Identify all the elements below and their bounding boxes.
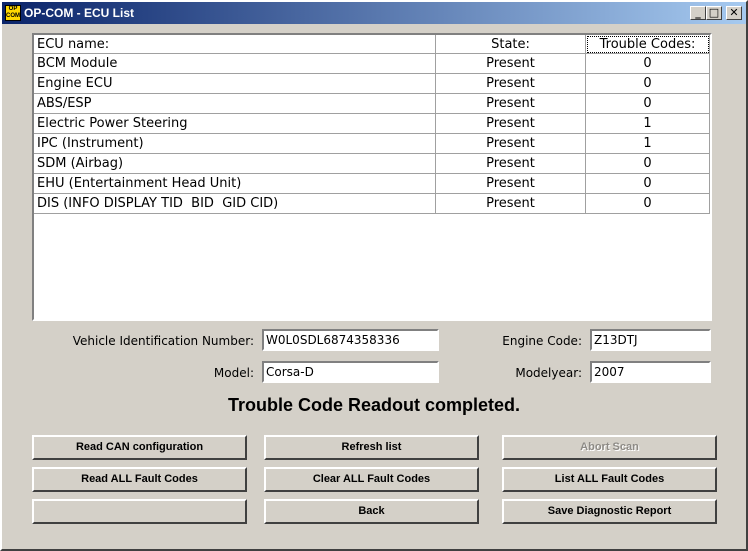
table-row[interactable]: DIS (INFO DISPLAY TID BID GID CID) Prese… [34, 193, 710, 214]
abort-scan-button: Abort Scan [502, 435, 717, 460]
ecu-list[interactable]: ECU name: State: Trouble Codes: BCM Modu… [32, 33, 712, 321]
table-row[interactable]: IPC (Instrument) Present 1 [34, 133, 710, 154]
ecu-state-cell: Present [435, 133, 586, 154]
vin-label: Vehicle Identification Number: [72, 334, 254, 348]
read-all-fault-codes-button[interactable]: Read ALL Fault Codes [32, 467, 247, 492]
ecu-name-cell: IPC (Instrument) [34, 133, 436, 154]
minimize-button[interactable]: _ [690, 6, 706, 20]
ecu-codes-cell: 1 [585, 113, 710, 134]
read-can-configuration-button[interactable]: Read CAN configuration [32, 435, 247, 460]
vin-field[interactable]: W0L0SDL6874358336 [262, 329, 439, 351]
ecu-name-cell: Engine ECU [34, 73, 436, 94]
modelyear-field[interactable]: 2007 [590, 361, 711, 383]
table-row[interactable]: Engine ECU Present 0 [34, 73, 710, 94]
table-row[interactable]: EHU (Entertainment Head Unit) Present 0 [34, 173, 710, 194]
op-com-app-icon: OP COM [5, 5, 21, 21]
save-diagnostic-report-button[interactable]: Save Diagnostic Report [502, 499, 717, 524]
ecu-table: ECU name: State: Trouble Codes: BCM Modu… [34, 35, 710, 214]
ecu-table-header: ECU name: State: Trouble Codes: [34, 35, 710, 54]
ecu-codes-cell: 0 [585, 173, 710, 194]
table-row[interactable]: ABS/ESP Present 0 [34, 93, 710, 114]
refresh-list-button[interactable]: Refresh list [264, 435, 479, 460]
ecu-state-cell: Present [435, 93, 586, 114]
ecu-codes-cell: 1 [585, 133, 710, 154]
title-bar[interactable]: OP COM OP-COM - ECU List _ □ ✕ [2, 2, 746, 24]
modelyear-label: Modelyear: [515, 366, 582, 380]
ecu-state-cell: Present [435, 113, 586, 134]
ecu-state-cell: Present [435, 173, 586, 194]
ecu-name-cell: DIS (INFO DISPLAY TID BID GID CID) [34, 193, 436, 214]
engine-code-label: Engine Code: [502, 334, 582, 348]
window-title: OP-COM - ECU List [24, 6, 134, 20]
ecu-name-cell: ABS/ESP [34, 93, 436, 114]
ecu-name-cell: Electric Power Steering [34, 113, 436, 134]
table-row[interactable]: SDM (Airbag) Present 0 [34, 153, 710, 174]
ecu-state-cell: Present [435, 53, 586, 74]
ecu-state-cell: Present [435, 73, 586, 94]
ecu-name-cell: SDM (Airbag) [34, 153, 436, 174]
column-header-ecu-name[interactable]: ECU name: [34, 35, 436, 54]
ecu-list-window: OP COM OP-COM - ECU List _ □ ✕ ECU name:… [0, 0, 748, 551]
table-row[interactable]: Electric Power Steering Present 1 [34, 113, 710, 134]
ecu-name-cell: BCM Module [34, 53, 436, 74]
model-field[interactable]: Corsa-D [262, 361, 439, 383]
ecu-name-cell: EHU (Entertainment Head Unit) [34, 173, 436, 194]
maximize-button[interactable]: □ [706, 6, 722, 20]
column-header-state[interactable]: State: [435, 35, 586, 54]
blank-button[interactable] [32, 499, 247, 524]
ecu-state-cell: Present [435, 153, 586, 174]
close-button[interactable]: ✕ [726, 6, 742, 20]
column-header-trouble-codes[interactable]: Trouble Codes: [585, 35, 710, 54]
ecu-codes-cell: 0 [585, 93, 710, 114]
ecu-codes-cell: 0 [585, 193, 710, 214]
back-button[interactable]: Back [264, 499, 479, 524]
engine-code-field[interactable]: Z13DTJ [590, 329, 711, 351]
table-row[interactable]: BCM Module Present 0 [34, 53, 710, 74]
clear-all-fault-codes-button[interactable]: Clear ALL Fault Codes [264, 467, 479, 492]
ecu-state-cell: Present [435, 193, 586, 214]
model-label: Model: [213, 366, 254, 380]
status-message: Trouble Code Readout completed. [227, 395, 521, 415]
ecu-codes-cell: 0 [585, 53, 710, 74]
list-all-fault-codes-button[interactable]: List ALL Fault Codes [502, 467, 717, 492]
ecu-codes-cell: 0 [585, 153, 710, 174]
ecu-codes-cell: 0 [585, 73, 710, 94]
